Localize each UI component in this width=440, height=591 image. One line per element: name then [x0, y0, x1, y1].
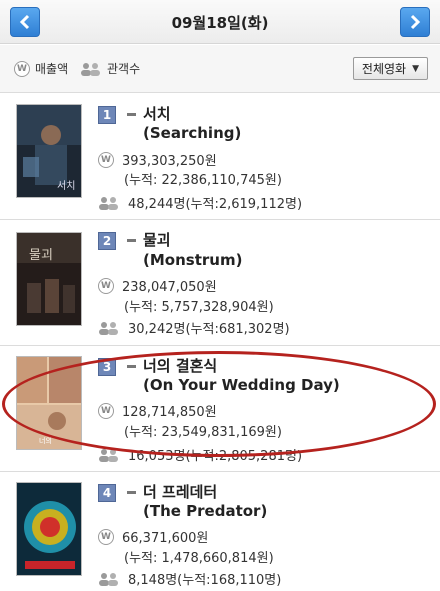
audience-count: 48,244명(누적:2,619,112명)	[98, 193, 302, 212]
movie-title-english[interactable]: (Searching)	[143, 124, 241, 142]
rank-badge: 1	[98, 106, 116, 124]
w-coin-icon: W	[98, 528, 114, 545]
rank-change-indicator	[127, 365, 136, 368]
sales-toggle-label: 매출액	[35, 62, 69, 76]
movie-title-korean[interactable]: 물괴	[143, 229, 171, 250]
audience-count-value: 16,053명(누적:2,805,281명)	[128, 449, 303, 464]
next-day-button[interactable]	[400, 7, 430, 37]
svg-text:서치: 서치	[57, 180, 75, 192]
movie-poster[interactable]	[16, 482, 82, 576]
cumulative-sales: (누적: 1,478,660,814원)	[124, 551, 274, 566]
audience-count: 8,148명(누적:168,110명)	[98, 569, 281, 588]
movie-filter-value: 전체영화	[361, 62, 407, 76]
cumulative-sales: (누적: 22,386,110,745원)	[124, 173, 282, 188]
filter-bar: W 매출액 관객수 전체영화 ▼	[0, 45, 440, 93]
daily-sales: W 238,047,050원	[98, 276, 217, 295]
list-item[interactable]: 물괴 2 물괴 (Monstrum) W 238,047,050원 (누적: 5…	[0, 220, 440, 346]
people-icon	[99, 448, 118, 462]
movie-title-korean[interactable]: 더 프레데터	[143, 481, 217, 502]
svg-text:너의: 너의	[39, 436, 52, 445]
daily-sales: W 393,303,250원	[98, 150, 217, 169]
people-icon	[81, 62, 100, 76]
daily-sales-value: 66,371,600원	[122, 531, 209, 546]
rank-change-indicator	[127, 491, 136, 494]
audience-toggle[interactable]: 관객수	[80, 60, 140, 77]
daily-sales: W 128,714,850원	[98, 401, 217, 420]
movie-poster[interactable]: 서치	[16, 104, 82, 198]
w-coin-icon: W	[98, 402, 114, 419]
list-item[interactable]: 서치 1 서치 (Searching) W 393,303,250원 (누적: …	[0, 94, 440, 220]
audience-count: 16,053명(누적:2,805,281명)	[98, 445, 302, 464]
w-coin-icon: W	[98, 277, 114, 294]
audience-count: 30,242명(누적:681,302명)	[98, 318, 290, 337]
w-coin-icon: W	[98, 151, 114, 168]
people-icon	[99, 196, 118, 210]
people-icon	[99, 321, 118, 335]
w-coin-icon: W	[14, 60, 30, 77]
movie-poster[interactable]: 너의	[16, 356, 82, 450]
audience-count-value: 8,148명(누적:168,110명)	[128, 573, 282, 588]
movie-filter-select[interactable]: 전체영화 ▼	[352, 57, 428, 80]
page-title: 09월18일(화)	[171, 14, 269, 32]
cumulative-sales: (누적: 5,757,328,904원)	[124, 300, 274, 315]
rank-badge: 2	[98, 232, 116, 250]
list-item[interactable]: 너의 3 너의 결혼식 (On Your Wedding Day) W 128,…	[0, 346, 440, 472]
chevron-right-icon	[410, 14, 421, 30]
people-icon	[99, 572, 118, 586]
dropdown-arrow-icon: ▼	[412, 63, 419, 74]
movie-title-english[interactable]: (The Predator)	[143, 502, 267, 520]
sales-toggle[interactable]: W 매출액	[14, 60, 68, 77]
audience-toggle-label: 관객수	[107, 62, 141, 76]
rank-change-indicator	[127, 113, 136, 116]
movie-title-korean[interactable]: 서치	[143, 103, 171, 124]
rank-badge: 4	[98, 484, 116, 502]
movie-poster[interactable]: 물괴	[16, 232, 82, 326]
cumulative-sales: (누적: 23,549,831,169원)	[124, 425, 282, 440]
audience-count-value: 48,244명(누적:2,619,112명)	[128, 197, 303, 212]
rank-change-indicator	[127, 239, 136, 242]
audience-count-value: 30,242명(누적:681,302명)	[128, 322, 290, 337]
svg-text:물괴: 물괴	[29, 248, 53, 263]
daily-sales-value: 393,303,250원	[122, 154, 217, 169]
movie-title-english[interactable]: (On Your Wedding Day)	[143, 376, 340, 394]
daily-sales-value: 238,047,050원	[122, 280, 217, 295]
movie-title-korean[interactable]: 너의 결혼식	[143, 355, 217, 376]
daily-sales-value: 128,714,850원	[122, 405, 217, 420]
list-item[interactable]: 4 더 프레데터 (The Predator) W 66,371,600원 (누…	[0, 472, 440, 591]
date-header: 09월18일(화)	[0, 0, 440, 44]
rank-badge: 3	[98, 358, 116, 376]
movie-title-english[interactable]: (Monstrum)	[143, 251, 242, 269]
daily-sales: W 66,371,600원	[98, 527, 208, 546]
